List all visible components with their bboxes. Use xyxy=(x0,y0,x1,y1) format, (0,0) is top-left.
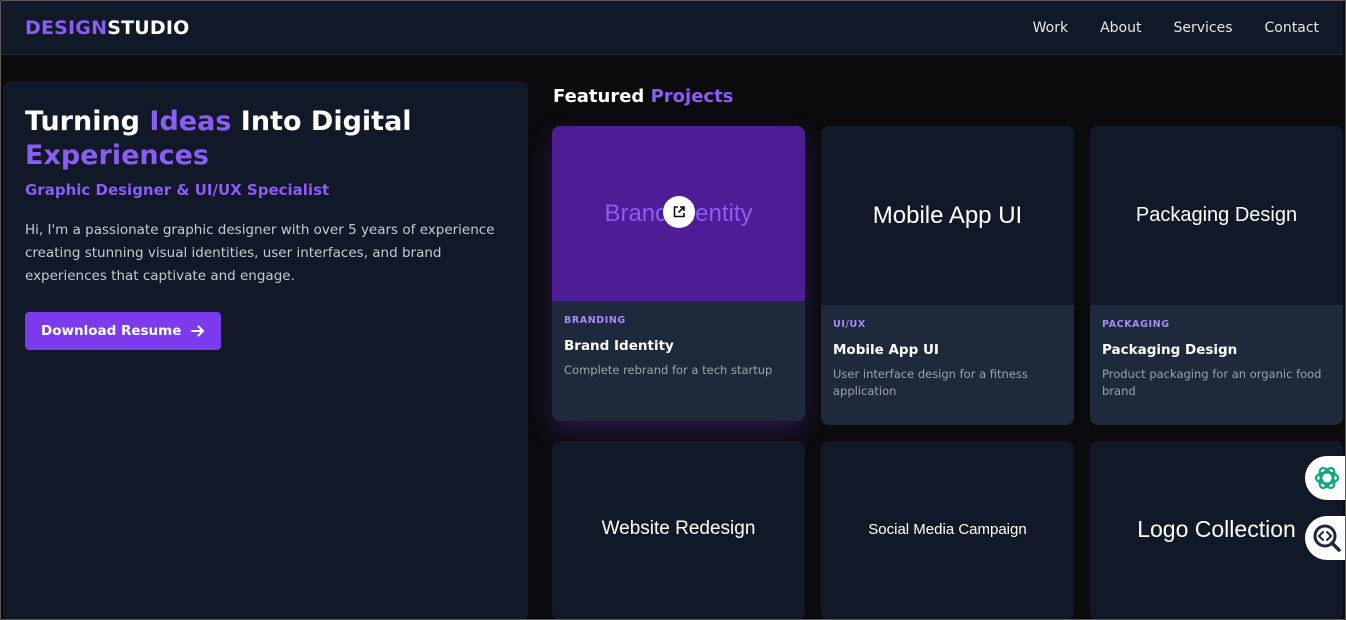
project-card-packaging-design[interactable]: Packaging Design PACKAGING Packaging Des… xyxy=(1090,126,1343,425)
hero-title-highlight: Ideas xyxy=(149,106,232,137)
project-thumbnail: Mobile App UI xyxy=(821,126,1074,305)
project-title: Packaging Design xyxy=(1102,342,1238,358)
project-info: PACKAGING Packaging Design Product packa… xyxy=(1090,305,1343,414)
chatgpt-icon xyxy=(1314,466,1340,490)
hero-title-part1: Turning xyxy=(25,106,150,137)
hero-subtitle: Graphic Designer & UI/UX Specialist xyxy=(25,181,330,199)
hero-title-line2: Experiences xyxy=(25,140,209,171)
project-card-social-media-campaign[interactable]: Social Media Campaign xyxy=(821,441,1074,620)
thumbnail-title: Social Media Campaign xyxy=(868,520,1027,538)
project-info: BRANDING Brand Identity Complete rebrand… xyxy=(552,301,805,393)
external-link-icon[interactable] xyxy=(663,196,695,228)
download-resume-button[interactable]: Download Resume xyxy=(25,312,222,350)
logo[interactable]: DESIGNSTUDIO xyxy=(25,17,189,39)
hero-title: Turning Ideas Into Digital Experiences xyxy=(25,105,506,173)
project-thumbnail: Logo Collection xyxy=(1090,441,1343,617)
thumbnail-title: Website Redesign xyxy=(601,518,756,539)
projects-heading-text: Featured xyxy=(553,86,645,107)
thumbnail-title: Packaging Design xyxy=(1135,204,1298,226)
thumbnail-title: Logo Collection xyxy=(1137,515,1296,542)
thumbnail-title: Mobile App UI xyxy=(872,201,1023,229)
nav-work[interactable]: Work xyxy=(1033,20,1068,36)
project-title: Brand Identity xyxy=(564,338,674,354)
project-category: UI/UX xyxy=(833,319,866,330)
projects-heading: Featured Projects xyxy=(553,86,733,107)
project-thumbnail: Social Media Campaign xyxy=(821,441,1074,617)
project-description: User interface design for a fitness appl… xyxy=(833,367,1028,398)
download-resume-label: Download Resume xyxy=(41,323,182,339)
arrow-right-icon xyxy=(191,325,205,337)
project-category: BRANDING xyxy=(564,315,626,326)
code-inspector-widget-button[interactable] xyxy=(1305,516,1346,560)
project-thumbnail: Packaging Design xyxy=(1090,126,1343,305)
hero-panel: Turning Ideas Into Digital Experiences Gr… xyxy=(3,81,528,620)
main-nav: Work About Services Contact xyxy=(1033,20,1319,36)
hero-description: Hi, I'm a passionate graphic designer wi… xyxy=(25,222,495,284)
nav-about[interactable]: About xyxy=(1100,20,1141,36)
project-card-website-redesign[interactable]: Website Redesign xyxy=(552,441,805,620)
project-category: PACKAGING xyxy=(1102,319,1170,330)
logo-rest: STUDIO xyxy=(107,16,190,39)
projects-heading-accent: Projects xyxy=(650,86,734,107)
site-header: DESIGNSTUDIO Work About Services Contact xyxy=(1,1,1343,55)
logo-accent: DESIGN xyxy=(25,16,108,39)
project-card-brand-identity[interactable]: Brand Identity BRANDING Brand Identity C… xyxy=(552,126,805,421)
code-search-icon xyxy=(1313,524,1341,552)
nav-services[interactable]: Services xyxy=(1173,20,1232,36)
chatgpt-widget-button[interactable] xyxy=(1305,456,1346,500)
project-title: Mobile App UI xyxy=(833,342,939,358)
project-description: Product packaging for an organic food br… xyxy=(1102,367,1322,398)
hero-title-part2: Into Digital xyxy=(231,106,412,137)
project-card-mobile-app-ui[interactable]: Mobile App UI UI/UX Mobile App UI User i… xyxy=(821,126,1074,425)
project-thumbnail: Website Redesign xyxy=(552,441,805,617)
project-description: Complete rebrand for a tech startup xyxy=(564,363,773,377)
nav-contact[interactable]: Contact xyxy=(1265,20,1319,36)
project-info: UI/UX Mobile App UI User interface desig… xyxy=(821,305,1074,414)
